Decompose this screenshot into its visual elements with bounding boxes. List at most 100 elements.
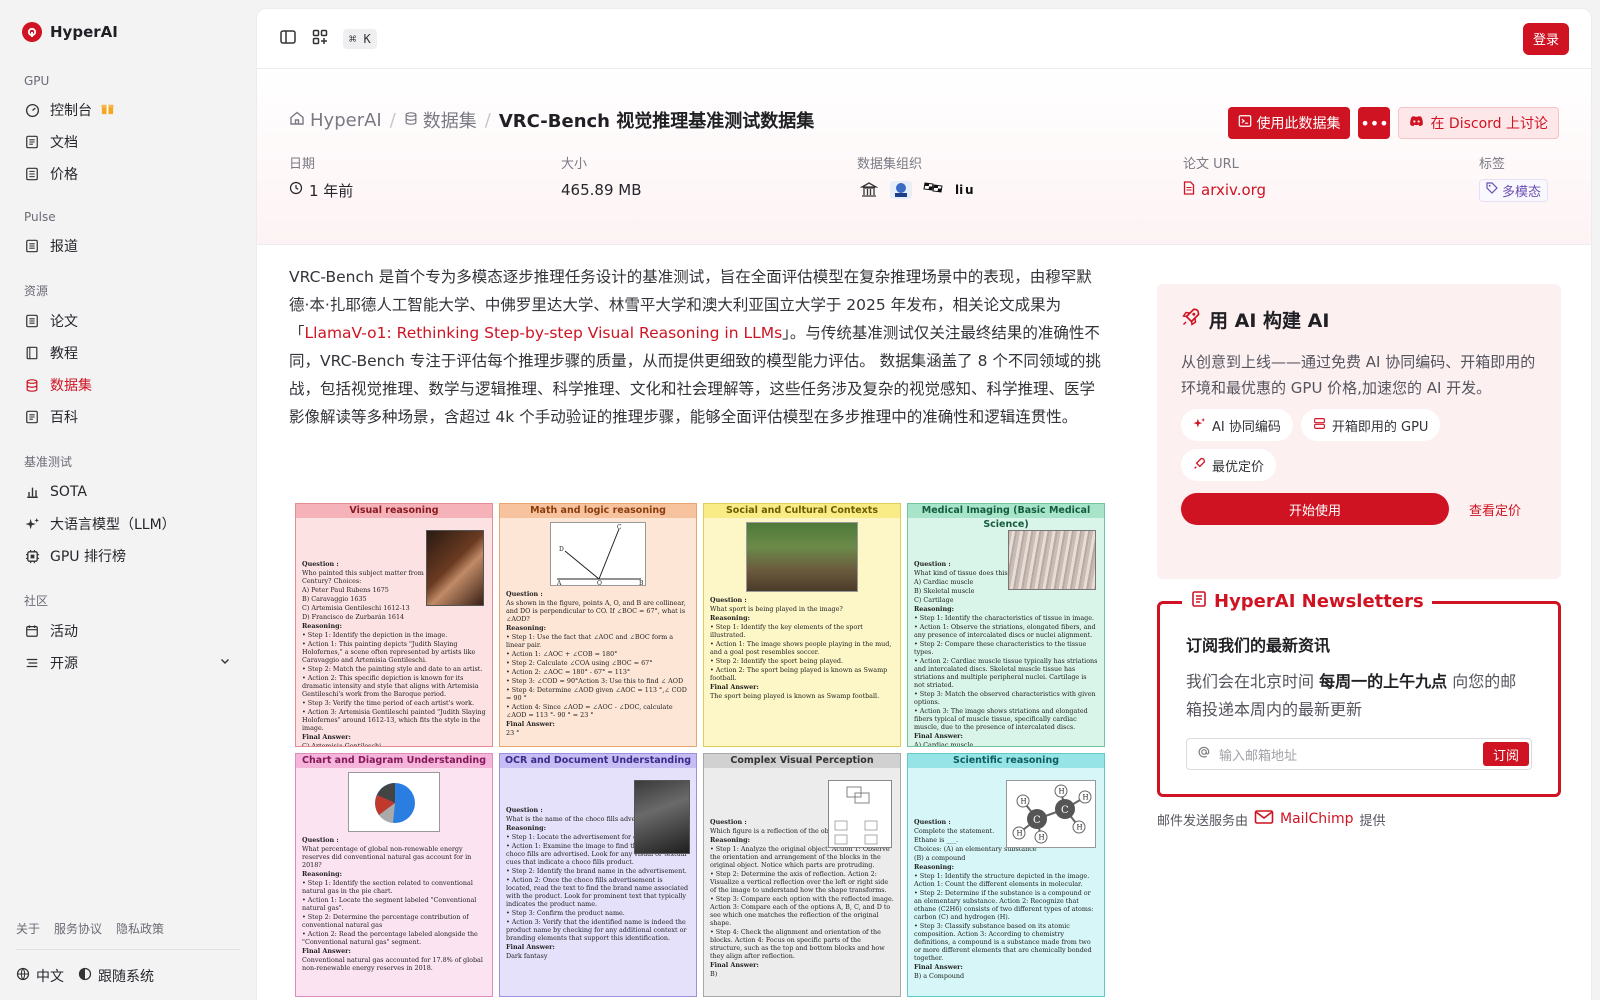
sidebar-item-label: 论文 [50, 314, 78, 330]
cell-line: • Action 2: This specific depiction is k… [302, 674, 479, 698]
cell-line: • Step 2: Determine if the substance is … [914, 889, 1094, 921]
meta-date: 日期 1 年前 [289, 153, 561, 202]
svg-text:D: D [559, 546, 564, 553]
geometry-diagram-image: A O B C D [550, 522, 646, 587]
database-icon [24, 377, 40, 393]
cell-line: B) a Compound [914, 972, 965, 980]
email-input-row: 输入邮箱地址 订阅 [1186, 738, 1532, 770]
molecule-image: CCHHHHHH [1006, 780, 1096, 848]
sidebar-item-label: 文档 [50, 135, 78, 151]
sidebar-toggle-icon[interactable] [279, 28, 297, 50]
ucf-logo-icon[interactable] [889, 179, 913, 201]
cell-line: Final Answer: [506, 720, 555, 728]
cell-line: • Step 1: Identify the depiction in the … [302, 631, 448, 639]
apps-icon[interactable] [311, 28, 329, 50]
cell-line: • Action 1: Locate the segment labeled "… [302, 896, 477, 912]
cell-line: Conventional natural gas accounted for 1… [302, 956, 483, 972]
mailchimp-link[interactable]: MailChimp [1254, 809, 1354, 829]
chip-gpu[interactable]: 开箱即用的 GPU [1300, 409, 1441, 441]
svg-text:H: H [1059, 788, 1065, 796]
meta-date-value: 1 年前 [289, 178, 561, 202]
svg-text:H: H [1077, 824, 1083, 832]
command-shortcut[interactable]: ⌘ K [343, 28, 377, 49]
chip-label: AI 协同编码 [1212, 419, 1281, 435]
cell-line: Dark fantasy [506, 952, 548, 960]
university-icon[interactable] [857, 179, 881, 201]
checkered-flag-icon[interactable] [921, 179, 945, 201]
sidebar-item-gpu-leaderboard[interactable]: GPU 排行榜 [16, 540, 239, 572]
footer-link-about[interactable]: 关于 [16, 920, 40, 937]
sidebar-item-papers[interactable]: 论文 [16, 305, 239, 337]
paper-title-link[interactable]: LlamaV-o1: Rethinking Step-by-step Visua… [305, 324, 783, 342]
chip-icon [24, 548, 40, 564]
more-options-button[interactable]: ••• [1358, 107, 1391, 139]
nav-section-community: 社区 [24, 594, 49, 608]
tag-list: 多模态 [1479, 178, 1549, 202]
sidebar-item-datasets[interactable]: 数据集 [16, 369, 239, 401]
cell-line: Final Answer: [914, 963, 963, 971]
liu-logo-icon[interactable]: li u [953, 179, 977, 201]
mail-icon [1254, 809, 1274, 829]
sidebar-item-news[interactable]: 报道 [16, 230, 239, 262]
paper-link[interactable]: arxiv.org [1183, 178, 1479, 202]
meta-paper-url: 论文 URL arxiv.org [1183, 153, 1479, 202]
cell-line: • Step 3: Confirm the product name. [506, 909, 625, 917]
home-icon [289, 110, 305, 131]
svg-text:O: O [597, 580, 602, 587]
language-label: 中文 [36, 969, 64, 985]
cell-line: Final Answer: [710, 961, 759, 969]
chip-label: 开箱即用的 GPU [1331, 419, 1429, 435]
sidebar-item-events[interactable]: 活动 [16, 615, 239, 647]
discord-label: 在 Discord 上讨论 [1430, 116, 1548, 132]
tag-multimodal[interactable]: 多模态 [1479, 178, 1549, 202]
sidebar-item-tutorials[interactable]: 教程 [16, 337, 239, 369]
footer-link-privacy[interactable]: 隐私政策 [116, 920, 164, 937]
chip-pricing[interactable]: 最优定价 [1181, 449, 1277, 481]
login-button[interactable]: 登录 [1522, 22, 1569, 55]
sidebar-item-label: GPU 排行榜 [50, 549, 126, 565]
contrast-icon [78, 967, 92, 985]
sidebar-item-console[interactable]: 控制台 [16, 94, 239, 126]
sidebar-item-sota[interactable]: SOTA [16, 476, 239, 508]
email-input[interactable]: 输入邮箱地址 [1219, 745, 1475, 764]
theme-switcher[interactable]: 跟随系统 [78, 966, 154, 986]
meta-org-label: 数据集组织 [857, 157, 923, 172]
footer-link-terms[interactable]: 服务协议 [54, 920, 102, 937]
brand[interactable]: HyperAI [16, 0, 239, 64]
subscribe-button[interactable]: 订阅 [1482, 742, 1529, 766]
footer-links: 关于 服务协议 隐私政策 [16, 920, 240, 950]
chip-ai-coding[interactable]: AI 协同编码 [1181, 409, 1293, 441]
wiki-icon [24, 409, 40, 425]
newsletter-legend-text: HyperAI Newsletters [1214, 591, 1424, 612]
svg-text:H: H [1017, 830, 1023, 838]
sidebar-item-wiki[interactable]: 百科 [16, 401, 239, 433]
view-pricing-link[interactable]: 查看定价 [1469, 500, 1521, 519]
discord-button[interactable]: 在 Discord 上讨论 [1398, 107, 1559, 139]
cell-text: Question : As shown in the figure, points… [506, 590, 690, 737]
dataset-description: VRC-Bench 是首个专为多模态逐步推理任务设计的基准测试，旨在全面评估模型… [289, 263, 1105, 431]
cell-line: B) [710, 970, 718, 978]
pie-chart-image [348, 772, 440, 832]
cell-line: • Action 3: Verify that the identified n… [506, 918, 687, 942]
description-text: VRC-Bench 是首个专为多模态逐步推理任务设计的基准测试，旨在全面评估模型… [289, 263, 1105, 431]
language-switcher[interactable]: 中文 [16, 966, 64, 986]
use-dataset-button[interactable]: 使用此数据集 [1228, 107, 1351, 139]
provider-prefix: 邮件发送服务由 [1157, 813, 1249, 829]
meta-size: 大小 465.89 MB [561, 153, 857, 202]
promo-title-text: 用 AI 构建 AI [1209, 310, 1330, 332]
cell-line: • Action 3: The image shows striations a… [914, 707, 1088, 731]
mail-provider: 邮件发送服务由 MailChimp 提供 [1157, 809, 1386, 829]
breadcrumb-datasets[interactable]: 数据集 [404, 107, 477, 133]
sidebar-item-llm[interactable]: 大语言模型（LLM） [16, 508, 239, 540]
sidebar-item-label: 教程 [50, 346, 78, 362]
swamp-football-image [746, 522, 858, 592]
start-button[interactable]: 开始使用 [1181, 493, 1449, 525]
database-icon [404, 110, 418, 131]
breadcrumb-home[interactable]: HyperAI [289, 110, 382, 131]
server-icon [1313, 417, 1326, 434]
file-icon [1183, 181, 1195, 199]
breadcrumb-datasets-label: 数据集 [422, 111, 477, 132]
sidebar-item-open-source[interactable]: 开源 [16, 647, 239, 679]
sidebar-item-docs[interactable]: 文档 [16, 126, 239, 158]
sidebar-item-pricing[interactable]: 价格 [16, 158, 239, 190]
